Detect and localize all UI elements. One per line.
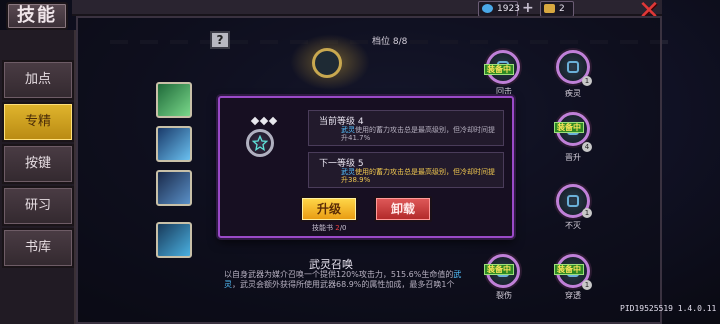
page-title: 技能 <box>6 2 68 30</box>
equipped-badge: 装备中 <box>554 264 584 275</box>
node-label: 穿透 <box>565 291 581 300</box>
tab-library[interactable]: 书库 <box>2 228 74 268</box>
upgrade-button[interactable]: 升级 <box>300 196 358 222</box>
token-counter: 2 <box>540 1 574 17</box>
skill-slot-flame-icon[interactable] <box>156 170 192 206</box>
add-gems-button[interactable]: + <box>522 0 534 16</box>
node-label: 不灭 <box>565 221 581 230</box>
current-level-box: 当前等级 4 武灵使用的蓄力攻击总是最高级别，但冷却时间提升41.7% <box>308 110 504 146</box>
tab-keybinds[interactable]: 按键 <box>2 144 74 184</box>
next-level-box: 下一等级 5 武灵使用的蓄力攻击总是最高级别，但冷却时间提升38.9% <box>308 152 504 188</box>
node-label: 裂伤 <box>496 291 512 300</box>
node-level: 4 <box>582 142 592 152</box>
node-level: 1 <box>582 208 592 218</box>
token-icon <box>544 4 555 13</box>
equipped-badge: 装备中 <box>554 122 584 133</box>
unequip-button[interactable]: 卸载 <box>374 196 432 222</box>
node-level: 1 <box>582 76 592 86</box>
center-skill-node[interactable] <box>312 48 342 78</box>
skill-slot-cube-icon[interactable] <box>156 222 192 258</box>
skill-screen: { "header": {"title": "技能"}, "resources"… <box>0 0 720 324</box>
skill-slot-strike-icon[interactable] <box>156 126 192 162</box>
equipped-badge: 装备中 <box>484 64 514 75</box>
help-button[interactable]: ? <box>210 31 230 49</box>
node-label: 晋升 <box>565 153 581 162</box>
tab-specialization[interactable]: 专精 <box>2 102 74 142</box>
skill-slot-wind-icon[interactable] <box>156 82 192 118</box>
tab-study[interactable]: 研习 <box>2 186 74 226</box>
gem-icon <box>482 4 493 13</box>
rank-indicator: 档位 8/8 <box>372 37 408 47</box>
skill-description: 以自身武器为媒介召唤一个提供120%攻击力，515.6%生命值的武灵，武灵会额外… <box>224 270 462 289</box>
next-level-desc: 武灵使用的蓄力攻击总是最高级别，但冷却时间提升38.9% <box>341 168 495 184</box>
star-skill-icon <box>246 129 274 157</box>
gem-counter: 1923 <box>478 1 520 17</box>
build-version: PID19525519 1.4.0.11 <box>620 304 717 313</box>
node-label: 疾灵 <box>565 89 581 98</box>
current-level-desc: 武灵使用的蓄力攻击总是最高级别，但冷却时间提升41.7% <box>341 126 495 142</box>
equipped-badge: 装备中 <box>484 264 514 275</box>
node-level: 1 <box>582 280 592 290</box>
tab-add-points[interactable]: 加点 <box>2 60 74 100</box>
skill-book-count: 技能书 2/0 <box>312 224 347 232</box>
